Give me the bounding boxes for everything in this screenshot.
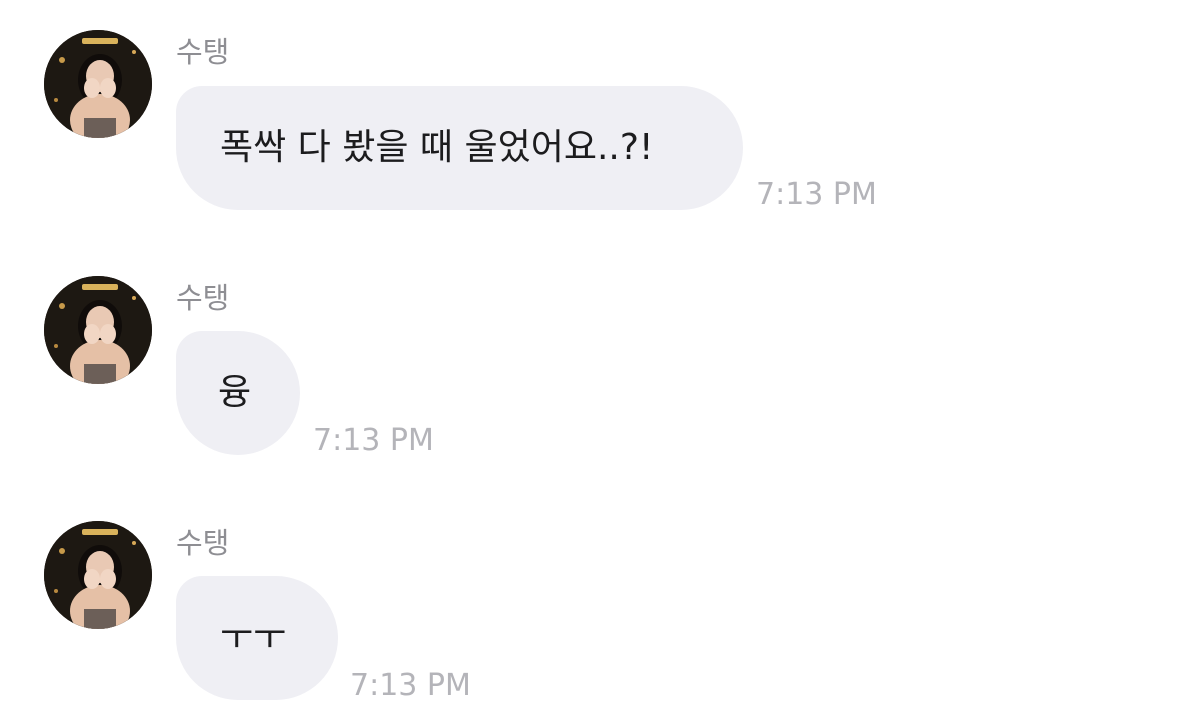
message-text: 폭싹 다 봤을 때 울었어요..?!	[220, 127, 654, 168]
message-bubble[interactable]: ㅜㅜ	[176, 576, 338, 700]
profile-photo-icon	[44, 30, 152, 138]
sender-name: 수탱	[176, 526, 230, 560]
sender-name: 수탱	[176, 281, 230, 315]
avatar[interactable]	[44, 30, 152, 138]
profile-photo-icon	[44, 276, 152, 384]
message-bubble[interactable]: 융	[176, 331, 300, 455]
avatar[interactable]	[44, 276, 152, 384]
message-bubble[interactable]: 폭싹 다 봤을 때 울었어요..?!	[176, 86, 743, 210]
message-time: 7:13 PM	[350, 668, 471, 703]
message-time: 7:13 PM	[313, 423, 434, 458]
message-text: 융	[218, 372, 252, 413]
message-time: 7:13 PM	[756, 177, 877, 212]
message-text: ㅜㅜ	[220, 617, 287, 658]
profile-photo-icon	[44, 521, 152, 629]
avatar[interactable]	[44, 521, 152, 629]
sender-name: 수탱	[176, 35, 230, 69]
